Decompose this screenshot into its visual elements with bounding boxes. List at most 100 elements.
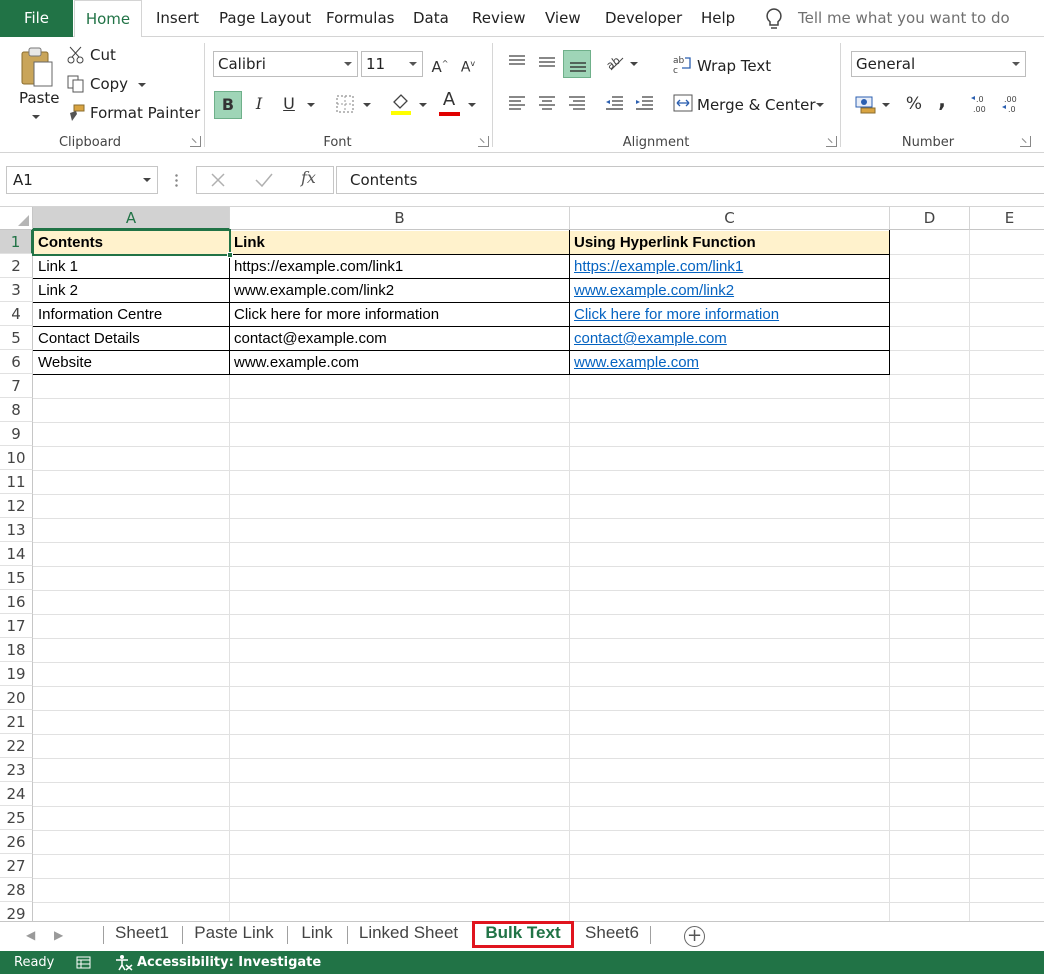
column-header-d[interactable]: D: [890, 207, 970, 230]
row-header[interactable]: 9: [0, 422, 33, 446]
cell-a2[interactable]: Link 1: [34, 255, 230, 279]
merge-dropdown-icon[interactable]: [816, 103, 824, 107]
font-color-icon[interactable]: A: [438, 87, 460, 113]
cell-b1[interactable]: Link: [230, 231, 570, 255]
row-header[interactable]: 27: [0, 854, 33, 878]
tab-help[interactable]: Help: [701, 0, 735, 37]
cell-c2-hyperlink[interactable]: https://example.com/link1: [570, 255, 890, 279]
column-header-c[interactable]: C: [570, 207, 890, 230]
column-header-a[interactable]: A: [33, 207, 230, 230]
enter-icon[interactable]: [255, 173, 273, 187]
cancel-icon[interactable]: [211, 173, 225, 187]
row-header[interactable]: 2: [0, 254, 33, 278]
fill-color-icon[interactable]: [390, 92, 412, 116]
name-box-dropdown-icon[interactable]: [143, 178, 151, 182]
add-sheet-icon[interactable]: +: [684, 926, 705, 947]
row-header[interactable]: 13: [0, 518, 33, 542]
row-header[interactable]: 17: [0, 614, 33, 638]
tab-home[interactable]: Home: [74, 0, 142, 38]
tab-page-layout[interactable]: Page Layout: [219, 0, 311, 37]
insert-function-icon[interactable]: fx: [301, 168, 316, 187]
cell-c6-hyperlink[interactable]: www.example.com: [570, 351, 890, 375]
name-box[interactable]: A1: [6, 166, 158, 194]
row-header[interactable]: 23: [0, 758, 33, 782]
underline-button[interactable]: U: [278, 91, 300, 117]
fill-handle[interactable]: [227, 252, 233, 258]
cell-a4[interactable]: Information Centre: [34, 303, 230, 327]
copy-button[interactable]: Copy: [90, 75, 128, 93]
bold-button[interactable]: B: [214, 91, 242, 119]
row-header[interactable]: 24: [0, 782, 33, 806]
cell-b3[interactable]: www.example.com/link2: [230, 279, 570, 303]
row-header[interactable]: 18: [0, 638, 33, 662]
align-left-icon[interactable]: [507, 95, 527, 111]
borders-dropdown-icon[interactable]: [363, 103, 371, 107]
cell-c3-hyperlink[interactable]: www.example.com/link2: [570, 279, 890, 303]
grow-font-icon[interactable]: A^: [430, 51, 450, 80]
cell-a1[interactable]: Contents: [34, 231, 230, 255]
wrap-text-button[interactable]: Wrap Text: [697, 57, 771, 75]
tab-view[interactable]: View: [545, 0, 581, 37]
cell-b4[interactable]: Click here for more information: [230, 303, 570, 327]
next-sheet-arrow-icon[interactable]: ▶: [54, 928, 63, 942]
row-header[interactable]: 15: [0, 566, 33, 590]
row-header[interactable]: 19: [0, 662, 33, 686]
row-header[interactable]: 26: [0, 830, 33, 854]
font-launcher-icon[interactable]: [478, 136, 489, 147]
row-header[interactable]: 29: [0, 902, 33, 921]
font-family-select[interactable]: Calibri: [213, 51, 358, 77]
orientation-icon[interactable]: ab: [605, 52, 625, 72]
tab-file[interactable]: File: [0, 0, 73, 37]
row-header[interactable]: 10: [0, 446, 33, 470]
row-header[interactable]: 21: [0, 710, 33, 734]
number-format-select[interactable]: General: [851, 51, 1026, 77]
accessibility-icon[interactable]: [115, 954, 133, 971]
cell-c1[interactable]: Using Hyperlink Function: [570, 231, 890, 255]
sheet-tab-paste-link[interactable]: Paste Link: [185, 922, 283, 948]
bottom-align-button[interactable]: [563, 50, 591, 78]
row-header[interactable]: 5: [0, 326, 33, 350]
alignment-launcher-icon[interactable]: [826, 136, 837, 147]
paste-icon[interactable]: [20, 46, 54, 88]
paste-button[interactable]: Paste: [19, 89, 60, 107]
cell-a3[interactable]: Link 2: [34, 279, 230, 303]
sheet-tab-sheet1[interactable]: Sheet1: [106, 922, 178, 948]
tab-data[interactable]: Data: [413, 0, 449, 37]
row-header[interactable]: 4: [0, 302, 33, 326]
tab-developer[interactable]: Developer: [605, 0, 682, 37]
row-header[interactable]: 16: [0, 590, 33, 614]
cell-a5[interactable]: Contact Details: [34, 327, 230, 351]
row-header[interactable]: 20: [0, 686, 33, 710]
tab-insert[interactable]: Insert: [156, 0, 199, 37]
decrease-decimal-icon[interactable]: .00.0: [1001, 93, 1023, 115]
underline-dropdown-icon[interactable]: [307, 103, 315, 107]
tab-review[interactable]: Review: [472, 0, 526, 37]
cell-b5[interactable]: contact@example.com: [230, 327, 570, 351]
row-header[interactable]: 7: [0, 374, 33, 398]
cell-b2[interactable]: https://example.com/link1: [230, 255, 570, 279]
row-header[interactable]: 22: [0, 734, 33, 758]
select-all-button[interactable]: [0, 207, 33, 230]
cell-b6[interactable]: www.example.com: [230, 351, 570, 375]
row-header[interactable]: 6: [0, 350, 33, 374]
column-header-b[interactable]: B: [230, 207, 570, 230]
merge-center-button[interactable]: Merge & Center: [697, 96, 816, 114]
row-header[interactable]: 8: [0, 398, 33, 422]
macro-recording-icon[interactable]: [76, 956, 91, 969]
shrink-font-icon[interactable]: Av: [458, 51, 478, 81]
cell-a6[interactable]: Website: [34, 351, 230, 375]
increase-decimal-icon[interactable]: .0.00: [970, 93, 992, 115]
middle-align-icon[interactable]: [537, 54, 557, 70]
accounting-dropdown-icon[interactable]: [882, 103, 890, 107]
clipboard-launcher-icon[interactable]: [190, 136, 201, 147]
cut-button[interactable]: Cut: [90, 46, 116, 64]
increase-indent-icon[interactable]: [634, 95, 654, 111]
font-size-select[interactable]: 11: [361, 51, 423, 77]
top-align-icon[interactable]: [507, 54, 527, 70]
align-center-icon[interactable]: [537, 95, 557, 111]
borders-icon[interactable]: [336, 95, 354, 113]
row-header[interactable]: 25: [0, 806, 33, 830]
cell-c4-hyperlink[interactable]: Click here for more information: [570, 303, 890, 327]
format-painter-button[interactable]: Format Painter: [90, 104, 200, 122]
paste-dropdown-icon[interactable]: [32, 115, 40, 119]
